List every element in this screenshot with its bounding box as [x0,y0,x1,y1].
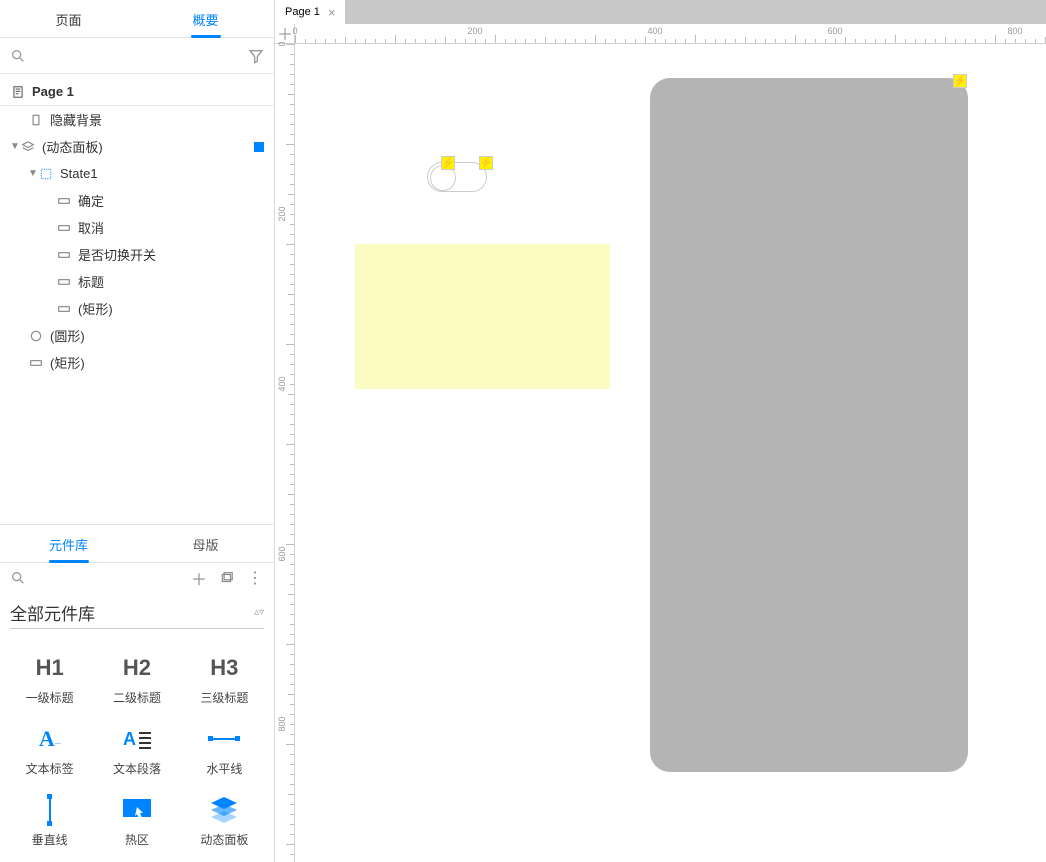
caret-down-icon[interactable]: ▼ [28,168,38,179]
text-label-icon: A_ [30,724,70,754]
dynamic-panel-icon [204,795,244,825]
tree-toggle-switch[interactable]: 是否切换开关 [0,241,274,268]
selection-indicator [254,142,264,152]
widget-hr[interactable]: 水平线 [181,724,268,777]
filter-icon[interactable] [248,48,264,64]
tree-cancel[interactable]: 取消 [0,214,274,241]
canvas-wrapper: 0200400600800 0200400600800 ⚡ ⚡ ⚡ [275,24,1046,862]
tree-page-label: Page 1 [32,84,74,99]
state-icon [38,167,54,181]
shape-icon [56,194,72,208]
interaction-bolt-icon[interactable]: ⚡ [953,74,967,88]
widget-hotspot[interactable]: 热区 [93,795,180,848]
canvas-sticky-note[interactable] [355,244,610,389]
ruler-horizontal[interactable]: 0200400600800 [295,24,1046,44]
interaction-bolt-icon[interactable]: ⚡ [479,156,493,170]
tree-confirm[interactable]: 确定 [0,187,274,214]
caret-down-icon[interactable]: ▼ [10,141,20,152]
widget-grid: H1 一级标题 H2 二级标题 H3 三级标题 A_ 文本标签 A 文本段落 水… [0,639,274,862]
tree-page-root[interactable]: Page 1 [0,78,274,105]
outline-search-input[interactable] [26,44,248,67]
tree-dynamic-panel[interactable]: ▼ (动态面板) [0,133,274,160]
paragraph-icon: A [117,724,157,754]
crosshair-icon [278,27,292,41]
widget-h3[interactable]: H3 三级标题 [181,653,268,706]
circle-icon [28,329,44,343]
close-icon[interactable]: × [328,5,336,20]
vr-icon [30,795,70,825]
search-icon [10,48,26,64]
outline-search-row [0,38,274,74]
chevron-updown-icon: ▵▿ [254,607,264,618]
shape-icon [56,302,72,316]
shape-icon [56,248,72,262]
page-icon [10,85,26,99]
svg-text:A: A [123,729,136,749]
left-panel: 页面 概要 Page 1 隐藏背景 ▼ ( [0,0,275,862]
tab-widgets[interactable]: 元件库 [0,525,137,562]
canvas-phone-frame[interactable] [650,78,968,772]
widget-h1[interactable]: H1 一级标题 [6,653,93,706]
widget-vr[interactable]: 垂直线 [6,795,93,848]
hotspot-icon [117,795,157,825]
outline-tree: Page 1 隐藏背景 ▼ (动态面板) ▼ State1 [0,74,274,524]
shape-icon [56,221,72,235]
widget-dynamic-panel[interactable]: 动态面板 [181,795,268,848]
canvas-area: Page 1 × 0200400600800 0200400600800 ⚡ ⚡… [275,0,1046,862]
library-select[interactable]: 全部元件库 ▵▿ [10,597,264,629]
tab-outline[interactable]: 概要 [137,0,274,37]
ruler-vertical[interactable]: 0200400600800 [275,44,295,862]
outline-tabs: 页面 概要 [0,0,274,38]
tree-circle[interactable]: (圆形) [0,322,274,349]
interaction-bolt-icon[interactable]: ⚡ [441,156,455,170]
add-library-button[interactable]: ＋ [190,569,208,587]
shape-icon [28,356,44,370]
tree-rect2[interactable]: (矩形) [0,349,274,376]
widget-text-label[interactable]: A_ 文本标签 [6,724,93,777]
library-more-button[interactable]: ⋮ [246,569,264,587]
rect-outline-icon [28,113,44,127]
shape-icon [56,275,72,289]
hr-icon [204,724,244,754]
canvas[interactable]: ⚡ ⚡ ⚡ [295,44,1046,862]
tab-pages[interactable]: 页面 [0,0,137,37]
tree-state1[interactable]: ▼ State1 [0,160,274,187]
stack-icon [20,140,36,154]
tree-hide-bg[interactable]: 隐藏背景 [0,106,274,133]
widget-h2[interactable]: H2 二级标题 [93,653,180,706]
library-toolbar: ＋ ⋮ [0,563,274,593]
canvas-toggle[interactable] [427,162,487,192]
tree-rect[interactable]: (矩形) [0,295,274,322]
library-tabs: 元件库 母版 [0,524,274,563]
search-icon[interactable] [10,570,26,586]
tab-masters[interactable]: 母版 [137,525,274,562]
tree-title[interactable]: 标题 [0,268,274,295]
document-tabs: Page 1 × [275,0,1046,24]
document-tab[interactable]: Page 1 × [275,0,345,24]
widget-paragraph[interactable]: A 文本段落 [93,724,180,777]
library-folder-button[interactable] [218,569,236,587]
